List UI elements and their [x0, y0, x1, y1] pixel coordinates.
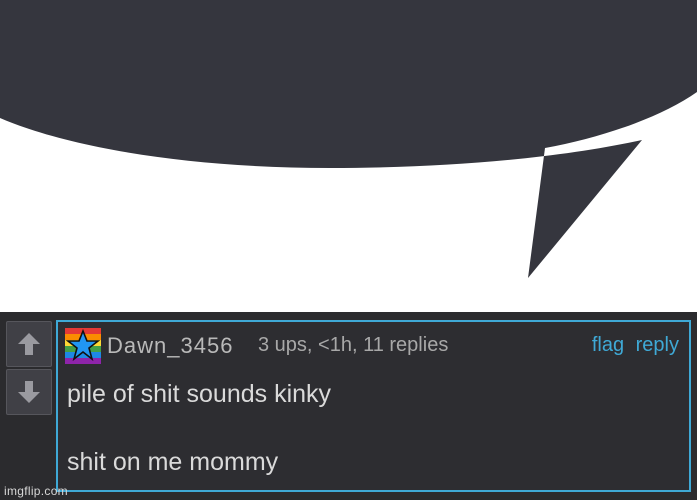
comment-meta: 3 ups, <1h, 11 replies	[258, 334, 449, 356]
comment-card: Dawn_3456 3 ups, <1h, 11 replies flag re…	[56, 320, 691, 492]
comment-actions: flag reply	[586, 334, 679, 357]
comment-text-line-2: shit on me mommy	[67, 448, 279, 476]
user-avatar[interactable]	[65, 328, 101, 364]
reply-link[interactable]: reply	[636, 334, 679, 356]
comment-text-line-1: pile of shit sounds kinky	[67, 380, 332, 408]
arrow-down-icon	[18, 381, 40, 403]
speech-bubble-image	[0, 0, 697, 312]
username[interactable]: Dawn_3456	[107, 333, 233, 359]
upvote-button[interactable]	[6, 321, 52, 367]
vote-controls	[6, 321, 54, 417]
imgflip-watermark: imgflip.com	[4, 484, 68, 498]
comment-panel: Dawn_3456 3 ups, <1h, 11 replies flag re…	[0, 312, 697, 500]
flag-link[interactable]: flag	[592, 334, 624, 356]
arrow-up-icon	[18, 333, 40, 355]
downvote-button[interactable]	[6, 369, 52, 415]
speech-bubble-shape	[0, 0, 697, 278]
